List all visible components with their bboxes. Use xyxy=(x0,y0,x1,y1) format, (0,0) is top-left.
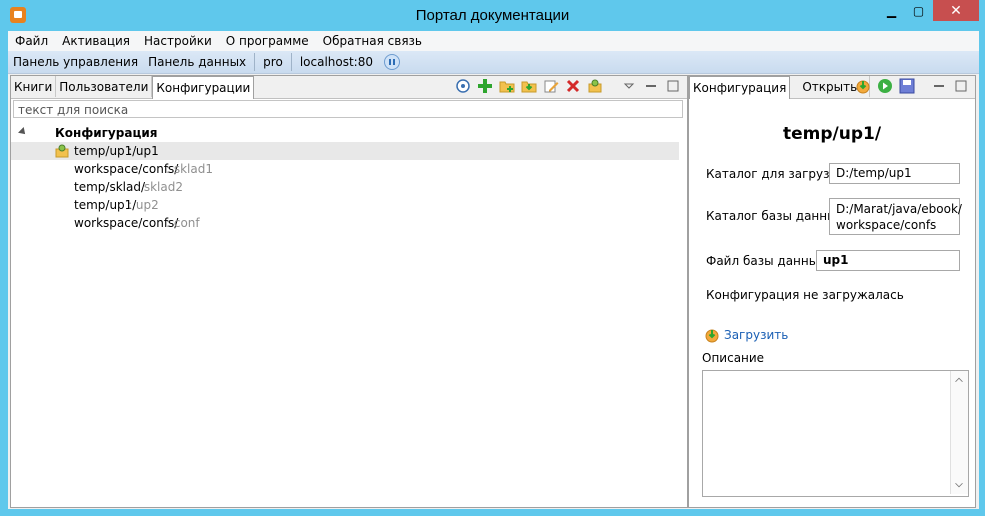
server-label: localhost:80 xyxy=(299,55,373,69)
active-config-icon xyxy=(55,144,69,158)
menu-feedback[interactable]: Обратная связь xyxy=(316,34,429,48)
close-icon: ✕ xyxy=(950,2,962,19)
menu-file[interactable]: Файл xyxy=(8,34,55,48)
edit-icon[interactable] xyxy=(543,78,559,94)
pro-label: pro xyxy=(263,55,283,69)
menu-about[interactable]: О программе xyxy=(219,34,316,48)
download-icon[interactable] xyxy=(855,78,871,94)
tree-item-name: : up1 xyxy=(128,144,159,158)
scroll-down-icon[interactable] xyxy=(952,478,966,492)
scroll-up-icon[interactable] xyxy=(952,373,966,387)
main-toolbar: Панель управления Панель данных pro loca… xyxy=(8,51,979,74)
tab-configuration[interactable]: Конфигурация xyxy=(689,76,791,99)
tree-item-path: workspace/confs/ xyxy=(74,216,179,230)
db-dir-line-1: D:/Marat/java/ebook/ xyxy=(836,202,962,216)
import-icon[interactable] xyxy=(521,78,537,94)
load-dir-field[interactable]: D:/temp/up1 xyxy=(829,163,960,184)
status-text: Конфигурация не загружалась xyxy=(706,288,904,302)
left-tab-strip: Книги Пользователи Конфигурации xyxy=(11,76,687,99)
maximize-button[interactable]: ▢ xyxy=(905,0,932,21)
view-menu-icon[interactable] xyxy=(621,78,637,94)
right-toolbar-icons xyxy=(855,78,969,94)
tree-item-name: : sklad2 xyxy=(136,180,183,194)
load-link[interactable]: Загрузить xyxy=(704,327,788,343)
tree-item[interactable]: temp/up1/ : up2 xyxy=(11,196,687,214)
tab-books[interactable]: Книги xyxy=(11,76,57,97)
db-dir-line-2: workspace/confs xyxy=(836,218,937,232)
tree-item-name: : sklad1 xyxy=(166,162,213,176)
tree-item-selected[interactable]: temp/up1/ : up1 xyxy=(11,142,679,160)
close-button[interactable]: ✕ xyxy=(933,0,979,21)
tree-item[interactable]: workspace/confs/ : sklad1 xyxy=(11,160,687,178)
vertical-scrollbar[interactable] xyxy=(950,371,968,494)
title-bar: Портал документации ▁ ▢ ✕ xyxy=(0,0,985,31)
right-pane: Конфигурация Открыть temp/up1/ Каталог д… xyxy=(688,75,976,508)
minimize-button[interactable]: ▁ xyxy=(878,0,905,21)
tree-item[interactable]: temp/sklad/ : sklad2 xyxy=(11,178,687,196)
delete-icon[interactable] xyxy=(565,78,581,94)
window-title: Портал документации xyxy=(415,7,570,24)
tree-root-label: Конфигурация xyxy=(55,126,158,140)
db-file-label: Файл базы данных: xyxy=(706,254,830,268)
config-tree: Конфигурация temp/up1/ : up1 workspace/c… xyxy=(11,124,687,232)
db-dir-field[interactable]: D:/Marat/java/ebook/ workspace/confs xyxy=(829,198,962,235)
download-icon xyxy=(705,329,719,343)
toolbar-separator xyxy=(290,53,292,71)
save-icon[interactable] xyxy=(899,78,915,94)
add-icon[interactable] xyxy=(477,78,493,94)
tab-configurations[interactable]: Конфигурации xyxy=(152,76,255,99)
app-window: Портал документации ▁ ▢ ✕ Файл Активация… xyxy=(0,0,985,516)
pause-icon[interactable] xyxy=(384,54,400,70)
maximize-icon: ▢ xyxy=(912,3,925,18)
minimize-view-icon[interactable] xyxy=(643,78,659,94)
menu-bar: Файл Активация Настройки О программе Обр… xyxy=(8,31,979,51)
configure-icon[interactable] xyxy=(587,78,603,94)
tree-item[interactable]: workspace/confs/ : conf xyxy=(11,214,687,232)
tree-item-path: workspace/confs/ xyxy=(74,162,179,176)
left-toolbar-icons xyxy=(455,78,681,94)
client-area: Файл Активация Настройки О программе Обр… xyxy=(8,31,979,509)
tree-item-path: temp/up1/ xyxy=(74,144,137,158)
toolbar-separator xyxy=(254,53,256,71)
control-panel-button[interactable]: Панель управления xyxy=(8,55,143,69)
minimize-icon: ▁ xyxy=(886,3,897,18)
tree-item-path: temp/sklad/ xyxy=(74,180,145,194)
add-folder-icon[interactable] xyxy=(499,78,515,94)
search-input[interactable]: текст для поиска xyxy=(13,100,683,118)
db-dir-label: Каталог базы данных: xyxy=(706,209,848,223)
refresh-icon[interactable] xyxy=(455,78,471,94)
db-file-field[interactable]: up1 xyxy=(816,250,960,271)
description-textarea[interactable] xyxy=(702,370,969,497)
tree-root[interactable]: Конфигурация xyxy=(11,124,687,142)
menu-activation[interactable]: Активация xyxy=(55,34,137,48)
load-dir-label: Каталог для загрузки: xyxy=(706,167,849,181)
data-panel-button[interactable]: Панель данных xyxy=(143,55,251,69)
tree-item-path: temp/up1/ xyxy=(74,198,137,212)
right-tab-strip: Конфигурация Открыть xyxy=(689,76,975,99)
description-label: Описание xyxy=(702,351,765,365)
collapse-icon[interactable] xyxy=(18,127,28,137)
minimize-view-icon[interactable] xyxy=(931,78,947,94)
left-pane: Книги Пользователи Конфигурации текст дл… xyxy=(10,75,688,508)
config-title: temp/up1/ xyxy=(782,124,882,144)
menu-settings[interactable]: Настройки xyxy=(137,34,219,48)
tree-item-name: : up2 xyxy=(128,198,159,212)
maximize-view-icon[interactable] xyxy=(665,78,681,94)
run-icon[interactable] xyxy=(877,78,893,94)
tab-users[interactable]: Пользователи xyxy=(56,76,153,97)
load-link-label: Загрузить xyxy=(724,328,789,342)
tree-item-name: : conf xyxy=(166,216,200,230)
maximize-view-icon[interactable] xyxy=(953,78,969,94)
